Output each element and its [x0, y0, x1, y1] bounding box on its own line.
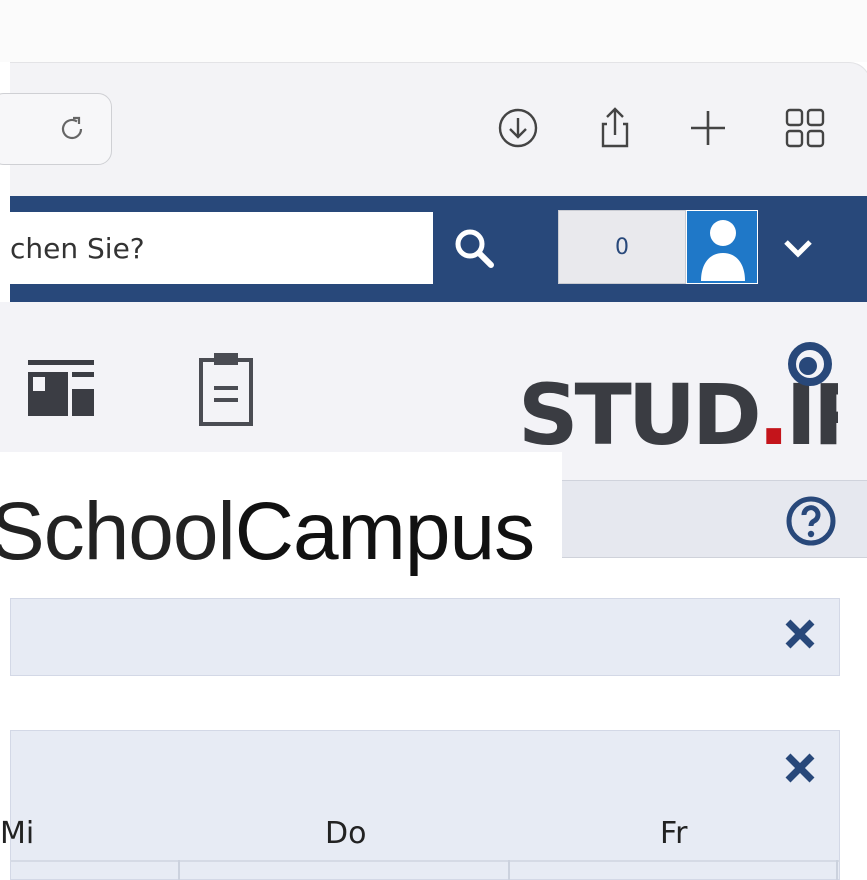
schedule-column-divider [178, 860, 180, 880]
notification-count: 0 [615, 234, 629, 260]
browser-toolbar [0, 62, 867, 197]
download-icon[interactable] [495, 105, 541, 151]
day-label-do: Do [325, 816, 367, 851]
day-label-fr: Fr [660, 816, 688, 851]
new-tab-icon[interactable] [685, 105, 731, 151]
schedule-column-divider [836, 860, 838, 880]
logo-text: STUD.IP [518, 366, 838, 458]
avatar[interactable] [686, 210, 758, 284]
search-icon[interactable] [450, 224, 500, 274]
schoolcampus-watermark: School Campus [0, 452, 562, 612]
dashboard-icon[interactable] [28, 360, 94, 416]
close-icon[interactable] [782, 616, 818, 652]
search-input[interactable] [10, 212, 433, 284]
widget-header-2 [10, 730, 840, 880]
help-icon[interactable] [784, 494, 838, 548]
day-label-mi: Mi [0, 816, 35, 851]
top-navigation: 0 [10, 196, 867, 302]
schedule-row-divider [10, 860, 840, 862]
reload-icon[interactable] [54, 111, 90, 147]
chevron-down-icon[interactable] [780, 234, 816, 262]
tab-overview-icon[interactable] [782, 105, 828, 151]
studip-logo[interactable]: STUD.IP [518, 336, 838, 458]
schedule-column-divider [508, 860, 510, 880]
notification-counter[interactable]: 0 [558, 210, 686, 284]
clipboard-icon[interactable] [198, 352, 254, 428]
widget-header-1 [10, 598, 840, 676]
close-icon[interactable] [782, 750, 818, 786]
top-margin [0, 0, 867, 62]
address-bar[interactable] [0, 93, 112, 165]
share-icon[interactable] [592, 105, 638, 151]
